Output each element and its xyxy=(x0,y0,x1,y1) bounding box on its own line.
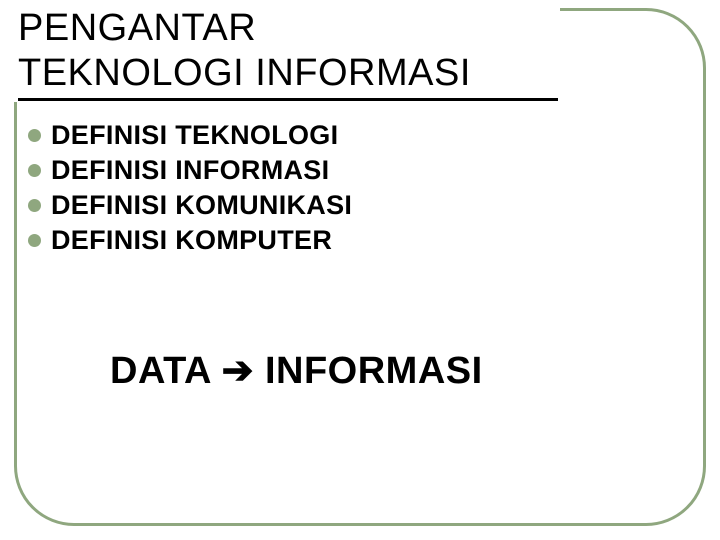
title-line-2: TEKNOLOGI INFORMASI xyxy=(18,52,471,94)
title-line-1: PENGANTAR xyxy=(18,7,256,49)
bullet-icon xyxy=(28,234,41,247)
bullet-icon xyxy=(28,199,41,212)
bullet-icon xyxy=(28,129,41,142)
footer-right: INFORMASI xyxy=(265,350,483,392)
list-item: DEFINISI INFORMASI xyxy=(28,155,352,186)
bullet-text: DEFINISI KOMUNIKASI xyxy=(51,190,352,221)
list-item: DEFINISI KOMPUTER xyxy=(28,225,352,256)
bullet-text: DEFINISI TEKNOLOGI xyxy=(51,120,338,151)
arrow-right-icon: ➔ xyxy=(222,350,254,392)
bullet-text: DEFINISI KOMPUTER xyxy=(51,225,332,256)
bullet-icon xyxy=(28,164,41,177)
title-underline xyxy=(18,98,558,101)
list-item: DEFINISI KOMUNIKASI xyxy=(28,190,352,221)
footer-statement: DATA ➔ INFORMASI xyxy=(110,348,483,393)
bullet-text: DEFINISI INFORMASI xyxy=(51,155,329,186)
slide-title: PENGANTAR TEKNOLOGI INFORMASI xyxy=(18,6,471,96)
footer-left: DATA xyxy=(110,350,211,392)
list-item: DEFINISI TEKNOLOGI xyxy=(28,120,352,151)
bullet-list: DEFINISI TEKNOLOGI DEFINISI INFORMASI DE… xyxy=(28,120,352,260)
